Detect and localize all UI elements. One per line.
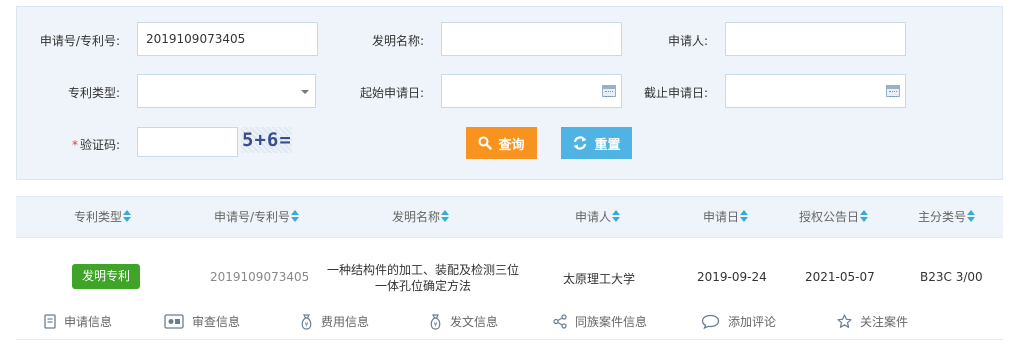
share-icon [553,313,567,329]
grant-date-cell: 2021-05-07 [805,270,875,284]
app-no-label: 申请号/专利号: [39,34,120,48]
column-header-label: 申请号/专利号 [214,210,291,224]
action-label: 审查信息 [192,314,241,329]
action-follow-case[interactable]: 关注案件 [837,312,908,330]
column-header-label: 申请日 [703,210,740,224]
captcha-label: 验证码: [79,138,120,152]
title-cell[interactable]: 一种结构件的加工、装配及检测三位一体孔位确定方法 [323,262,523,294]
captcha-image[interactable]: 5+6= [241,127,292,153]
magnifier-icon [478,136,493,150]
sort-icon[interactable] [612,210,621,222]
action-dispatch-info[interactable]: ¥ 发文信息 [429,312,498,330]
applicant-label: 申请人: [667,34,708,48]
column-header-label: 主分类号 [918,210,967,224]
patent-type-badge: 发明专利 [72,264,140,289]
action-family-cases[interactable]: 同族案件信息 [553,312,647,330]
action-label: 同族案件信息 [575,314,648,329]
action-label: 关注案件 [860,314,909,329]
column-header-ipc[interactable]: 主分类号 [918,197,976,237]
sort-icon[interactable] [123,210,132,222]
start-date-input[interactable] [441,74,622,108]
column-header-applicant[interactable]: 申请人 [575,197,621,237]
results-table-header: 专利类型 申请号/专利号 发明名称 申请人 申请日 授权公告日 主分类号 [16,196,1003,238]
sort-icon[interactable] [740,210,749,222]
action-label: 发文信息 [450,314,499,329]
sort-icon[interactable] [860,210,869,222]
column-header-label: 发明名称 [392,210,441,224]
column-header-label: 专利类型 [74,210,123,224]
action-fee-info[interactable]: ¥ 费用信息 [300,312,369,330]
action-add-comment[interactable]: 添加评论 [701,312,776,330]
patent-type-label: 专利类型: [67,86,120,100]
row-divider [16,339,1003,340]
invention-name-input[interactable] [441,22,622,56]
app-date-cell: 2019-09-24 [697,270,767,284]
review-icon [164,313,184,329]
column-header-grant-date[interactable]: 授权公告日 [799,197,869,237]
document-icon [44,313,56,329]
reset-button[interactable]: 重置 [561,127,632,159]
column-header-title[interactable]: 发明名称 [392,197,450,237]
search-button[interactable]: 查询 [466,127,537,159]
star-icon [837,313,852,328]
sort-icon[interactable] [441,210,450,222]
ipc-cell: B23C 3/00 [920,270,983,284]
app-no-input[interactable] [137,22,318,56]
money-bag-icon: ¥ [301,313,312,330]
sort-icon[interactable] [291,210,300,222]
column-header-app-no[interactable]: 申请号/专利号 [214,197,300,237]
comment-icon [701,314,720,329]
action-label: 费用信息 [321,314,370,329]
applicant-cell: 太原理工大学 [563,272,636,286]
sort-icon[interactable] [967,210,976,222]
svg-text:¥: ¥ [434,321,438,328]
svg-text:¥: ¥ [305,321,309,328]
end-date-label: 截止申请日: [643,86,708,100]
chevron-down-icon [301,90,309,94]
action-application-info[interactable]: 申请信息 [44,312,112,330]
refresh-icon [573,136,587,150]
captcha-label-wrap: * 验证码: [30,136,120,153]
column-header-patent-type[interactable]: 专利类型 [74,197,132,237]
search-button-label: 查询 [498,136,525,152]
action-review-info[interactable]: 审查信息 [164,312,240,330]
applicant-input[interactable] [725,22,906,56]
column-header-label: 申请人 [575,210,612,224]
column-header-label: 授权公告日 [799,210,860,224]
money-bag-icon: ¥ [430,313,441,330]
end-date-input[interactable] [725,74,906,108]
invention-name-label: 发明名称: [371,34,424,48]
required-mark: * [71,138,78,152]
calendar-icon[interactable] [886,85,900,97]
action-label: 添加评论 [728,314,777,329]
captcha-input[interactable] [137,127,238,157]
patent-type-select[interactable] [137,74,316,108]
app-no-cell[interactable]: 2019109073405 [210,270,309,284]
action-label: 申请信息 [64,314,113,329]
reset-button-label: 重置 [594,136,621,152]
start-date-label: 起始申请日: [359,86,424,100]
column-header-app-date[interactable]: 申请日 [703,197,749,237]
